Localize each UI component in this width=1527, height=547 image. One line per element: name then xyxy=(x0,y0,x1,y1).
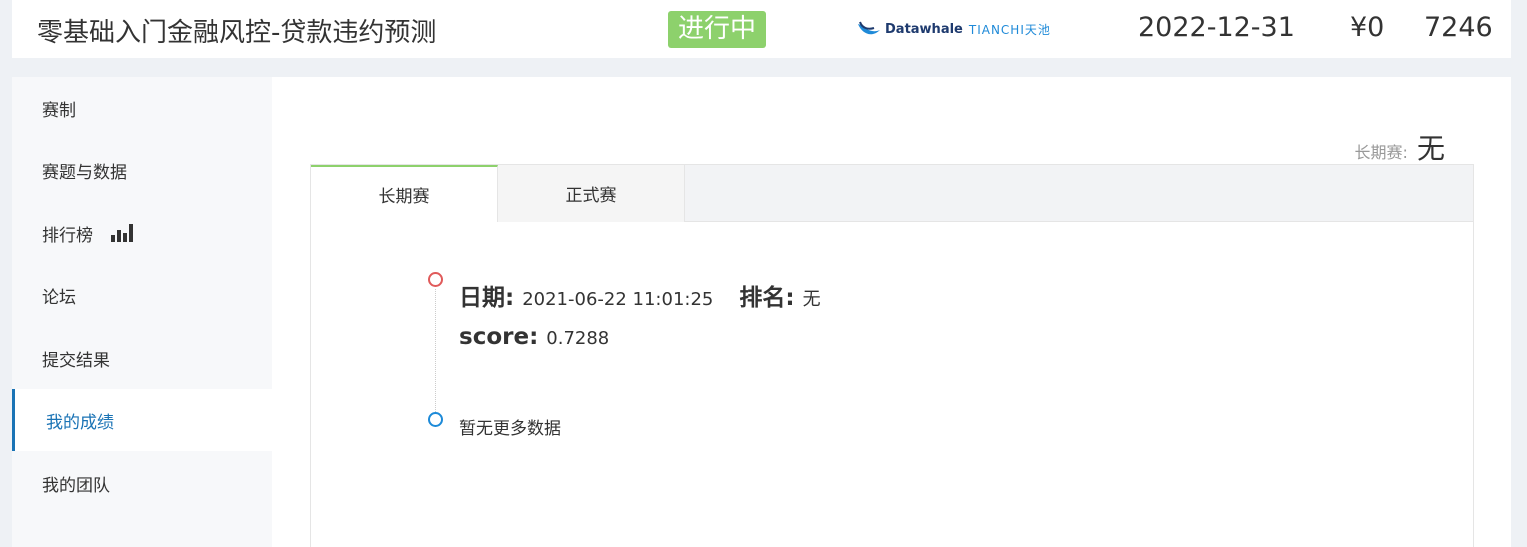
platform-name: TIANCHI天池 xyxy=(968,22,1051,37)
long-term-label: 长期赛: xyxy=(1354,143,1408,162)
team-count: 7246 xyxy=(1424,12,1493,43)
bar-chart-icon xyxy=(111,224,135,242)
sidebar-nav: 赛制 赛题与数据 排行榜 论坛 提交结果 我的成绩 我的团队 xyxy=(12,77,272,547)
date-key: 日期: xyxy=(459,285,515,311)
datawhale-logo-icon xyxy=(856,18,882,40)
sidebar-item-label: 我的团队 xyxy=(42,475,110,496)
status-badge: 进行中 xyxy=(668,11,767,48)
record-date-rank-row: 日期: 2021-06-22 11:01:25 排名: 无 xyxy=(459,278,821,312)
sidebar-item-label: 我的成绩 xyxy=(46,412,114,433)
score-key: score: xyxy=(459,324,539,350)
tab-long-term[interactable]: 长期赛 xyxy=(311,165,498,222)
main-content: 长期赛: 无 长期赛 正式赛 日期: 2021-06-22 11:01:25 排… xyxy=(272,77,1511,547)
sidebar-item-my-scores[interactable]: 我的成绩 xyxy=(12,389,272,451)
record-score-row: score: 0.7288 xyxy=(459,324,609,350)
rank-key: 排名: xyxy=(739,285,795,311)
sponsor-logo: Datawhale TIANCHI天池 xyxy=(856,16,1051,42)
long-term-summary: 长期赛: 无 xyxy=(1354,127,1445,167)
sidebar-item-label: 论坛 xyxy=(42,287,76,308)
sidebar-item-submit[interactable]: 提交结果 xyxy=(12,327,272,389)
sidebar-item-label: 排行榜 xyxy=(42,225,93,246)
results-panel: 长期赛 正式赛 日期: 2021-06-22 11:01:25 排名: 无 sc… xyxy=(310,164,1474,547)
sidebar-item-rules[interactable]: 赛制 xyxy=(12,77,272,139)
deadline-date: 2022-12-31 xyxy=(1138,12,1295,43)
score-value: 0.7288 xyxy=(546,328,610,349)
sidebar-item-leaderboard[interactable]: 排行榜 xyxy=(12,202,272,264)
no-more-data-text: 暂无更多数据 xyxy=(459,419,561,439)
sidebar-item-label: 赛制 xyxy=(42,100,76,121)
sponsor-name: Datawhale xyxy=(885,21,963,37)
date-value: 2021-06-22 11:01:25 xyxy=(522,289,714,310)
sidebar-item-my-team[interactable]: 我的团队 xyxy=(12,452,272,514)
rank-value: 无 xyxy=(802,289,821,310)
prize-amount: ¥0 xyxy=(1350,12,1385,43)
sidebar-item-label: 提交结果 xyxy=(42,350,110,371)
tab-strip: 长期赛 正式赛 xyxy=(311,165,1473,222)
timeline-end-dot-icon xyxy=(428,412,443,427)
sidebar-item-problem-data[interactable]: 赛题与数据 xyxy=(12,139,272,201)
timeline-connector xyxy=(435,289,436,414)
tab-official[interactable]: 正式赛 xyxy=(498,165,685,222)
competition-header: 零基础入门金融风控-贷款违约预测 进行中 Datawhale TIANCHI天池… xyxy=(12,0,1511,58)
sidebar-item-forum[interactable]: 论坛 xyxy=(12,264,272,326)
score-timeline: 日期: 2021-06-22 11:01:25 排名: 无 score: 0.7… xyxy=(311,222,1473,547)
sidebar-item-label: 赛题与数据 xyxy=(42,162,127,183)
long-term-value: 无 xyxy=(1416,132,1445,165)
timeline-dot-icon xyxy=(428,272,443,287)
competition-title: 零基础入门金融风控-贷款违约预测 xyxy=(37,18,437,48)
